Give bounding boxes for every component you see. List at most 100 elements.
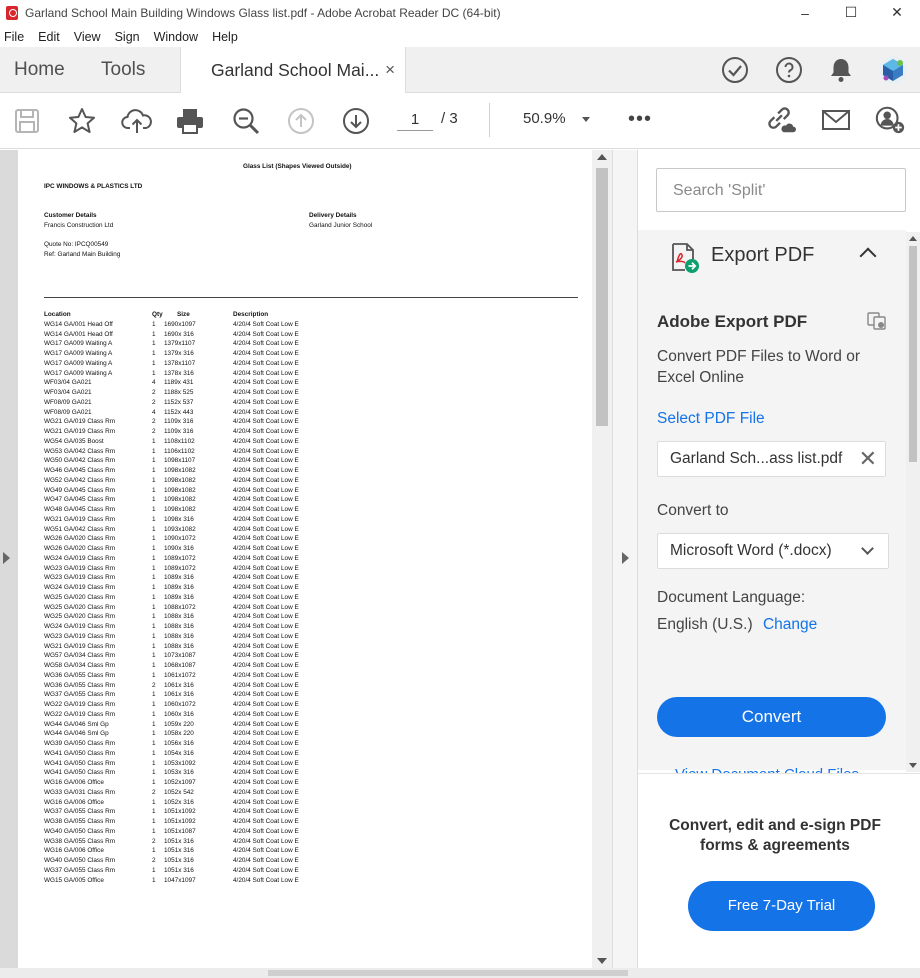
selected-file-name: Garland Sch...ass list.pdf [670,450,843,467]
more-tools-icon[interactable]: ••• [628,108,652,131]
bell-icon[interactable] [826,55,856,85]
close-window-button[interactable]: ✕ [874,0,920,25]
format-select-value: Microsoft Word (*.docx) [670,542,832,559]
view-document-cloud-files-link[interactable]: View Document Cloud Files [675,764,875,773]
cell-qty: 1 [152,330,156,338]
cell-location: WG38 GA/055 Class Rm [44,818,116,825]
menu-edit[interactable]: Edit [38,30,60,44]
cell-description: 4/20/4 Soft Coat Low E [233,379,299,387]
cell-size: 1053x1092 [164,759,196,767]
cell-size: 1089x1072 [164,554,196,562]
collapse-right-pane-icon[interactable] [622,552,629,564]
tools-pane-scrollbar[interactable] [906,232,920,772]
next-page-icon[interactable] [340,105,372,137]
cell-description: 4/20/4 Soft Coat Low E [233,398,299,406]
cell-qty: 1 [152,496,156,504]
menu-view[interactable]: View [74,30,101,44]
scrollbar-thumb[interactable] [596,168,608,426]
cell-size: 1051x1092 [164,808,196,816]
cell-description: 4/20/4 Soft Coat Low E [233,603,299,611]
free-trial-button[interactable]: Free 7-Day Trial [688,881,875,931]
cell-location: WG25 GA/020 Class Rm [44,613,116,621]
cell-size: 1053x 316 [164,769,194,777]
export-pdf-header[interactable]: Export PDF [638,232,906,282]
collapse-chevron-icon[interactable] [859,247,877,265]
cell-qty: 1 [152,662,156,669]
cell-size: 1088x 316 [164,613,194,621]
document-scrollbar[interactable] [592,150,612,970]
menu-sign[interactable]: Sign [115,30,140,44]
cell-qty: 1 [152,564,156,572]
cell-size: 1379x 316 [164,350,194,357]
tab-document-label: Garland School Mai... [211,60,380,80]
cell-description: 4/20/4 Soft Coat Low E [233,788,299,796]
cell-qty: 1 [152,545,156,552]
export-description: Convert PDF Files to Word or Excel Onlin… [657,348,860,386]
cell-location: WG25 GA/020 Class Rm [44,603,116,611]
cell-location: WG40 GA/050 Class Rm [44,857,116,864]
help-icon[interactable] [774,55,804,85]
convert-button[interactable]: Convert [657,697,886,737]
save-icon[interactable] [11,105,43,137]
cell-location: WF08/09 GA021 [44,408,92,416]
cell-qty: 1 [152,340,156,348]
maximize-button[interactable]: ☐ [828,0,874,25]
star-icon[interactable] [66,105,98,137]
print-icon[interactable] [174,105,206,137]
cell-size: 1098x1082 [164,476,196,484]
zoom-out-icon[interactable] [230,105,262,137]
clear-file-icon[interactable]: ✕ [859,442,877,476]
cell-location: WG24 GA/019 Class Rm [44,584,116,591]
scroll-up-icon[interactable] [597,154,607,160]
horizontal-scrollbar[interactable] [0,968,920,978]
menu-window[interactable]: Window [154,30,198,44]
format-select[interactable]: Microsoft Word (*.docx) [657,533,889,569]
cell-description: 4/20/4 Soft Coat Low E [233,759,299,767]
add-user-icon[interactable] [874,104,906,136]
pdf-quote-number: Quote No: IPCQ00549 [44,241,109,248]
copy-icon[interactable] [866,311,888,336]
cell-location: WG23 GA/019 Class Rm [44,564,116,572]
page-number-input[interactable]: 1 [397,107,433,131]
cell-description: 4/20/4 Soft Coat Low E [233,437,299,445]
close-tab-icon[interactable]: × [385,60,395,80]
scroll-down-icon[interactable] [597,958,607,964]
cell-size: 1098x1082 [164,506,196,513]
checkmark-circle-icon[interactable] [720,55,750,85]
selected-file-field[interactable]: Garland Sch...ass list.pdf ✕ [657,441,886,477]
cell-description: 4/20/4 Soft Coat Low E [233,593,299,601]
left-panel-toggle-icon[interactable] [3,552,10,564]
pane-scrollbar-thumb[interactable] [909,246,917,462]
previous-page-icon[interactable] [285,105,317,137]
menu-help[interactable]: Help [212,30,238,44]
cell-description: 4/20/4 Soft Coat Low E [233,847,299,855]
cell-size: 1089x 316 [164,593,194,601]
pane-scroll-down-icon[interactable] [909,763,917,768]
select-pdf-file-link[interactable]: Select PDF File [657,410,765,428]
zoom-level[interactable]: 50.9% [523,110,566,127]
pane-scroll-up-icon[interactable] [909,236,917,241]
zoom-dropdown-icon[interactable] [582,117,590,122]
search-tools-input[interactable]: Search 'Split' [656,168,906,212]
cell-size: 1089x1072 [164,564,196,572]
minimize-button[interactable]: – [782,0,828,25]
upload-cloud-icon[interactable] [121,105,153,137]
cell-qty: 1 [152,759,156,767]
cell-description: 4/20/4 Soft Coat Low E [233,837,299,845]
email-icon[interactable] [820,104,852,136]
avatar[interactable] [878,55,908,85]
cell-description: 4/20/4 Soft Coat Low E [233,720,299,728]
tab-document[interactable]: Garland School Mai... × [180,47,406,94]
cell-description: 4/20/4 Soft Coat Low E [233,857,299,864]
cell-location: WG22 GA/019 Class Rm [44,710,116,718]
tab-tools[interactable]: Tools [101,47,145,93]
share-link-icon[interactable] [764,104,796,136]
tab-home[interactable]: Home [14,47,65,93]
menu-file[interactable]: File [4,30,24,44]
cell-description: 4/20/4 Soft Coat Low E [233,710,299,718]
cell-size: 1098x1082 [164,486,196,494]
cell-size: 1056x 316 [164,740,194,747]
change-language-link[interactable]: Change [763,616,817,633]
cell-size: 1188x 525 [164,389,194,396]
horizontal-scrollbar-thumb[interactable] [268,970,628,976]
